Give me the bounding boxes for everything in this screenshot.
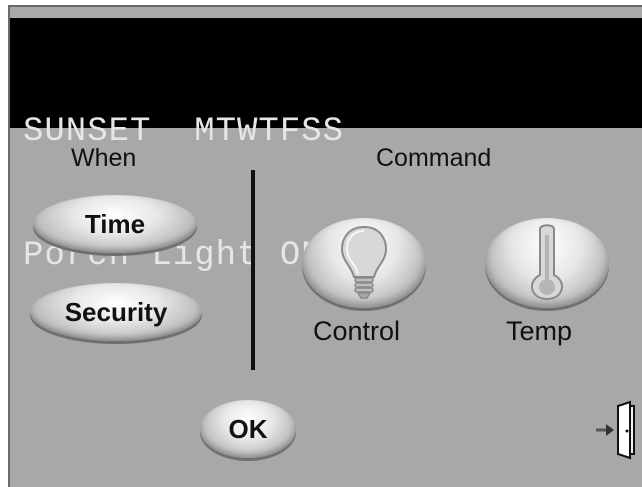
lcd-display: SUNSET MTWTFSS Porch Light ON — [10, 18, 642, 275]
door-svg — [596, 400, 635, 460]
security-button[interactable]: Security — [30, 283, 202, 341]
time-button-label: Time — [84, 208, 146, 239]
temp-label: Temp — [506, 316, 573, 346]
lightbulb-icon — [340, 225, 388, 299]
command-heading: Command — [376, 144, 492, 172]
exit-door-icon[interactable] — [592, 400, 638, 460]
time-button[interactable]: Time — [33, 195, 197, 253]
security-button-label: Security — [64, 296, 168, 327]
ok-button[interactable]: OK — [200, 400, 296, 458]
when-heading: When — [71, 144, 137, 172]
control-label: Control — [313, 316, 401, 346]
thermometer-icon — [531, 224, 563, 300]
temp-button[interactable] — [485, 218, 609, 308]
control-button[interactable] — [302, 218, 426, 308]
section-divider — [251, 170, 255, 370]
ok-button-label: OK — [228, 413, 268, 444]
